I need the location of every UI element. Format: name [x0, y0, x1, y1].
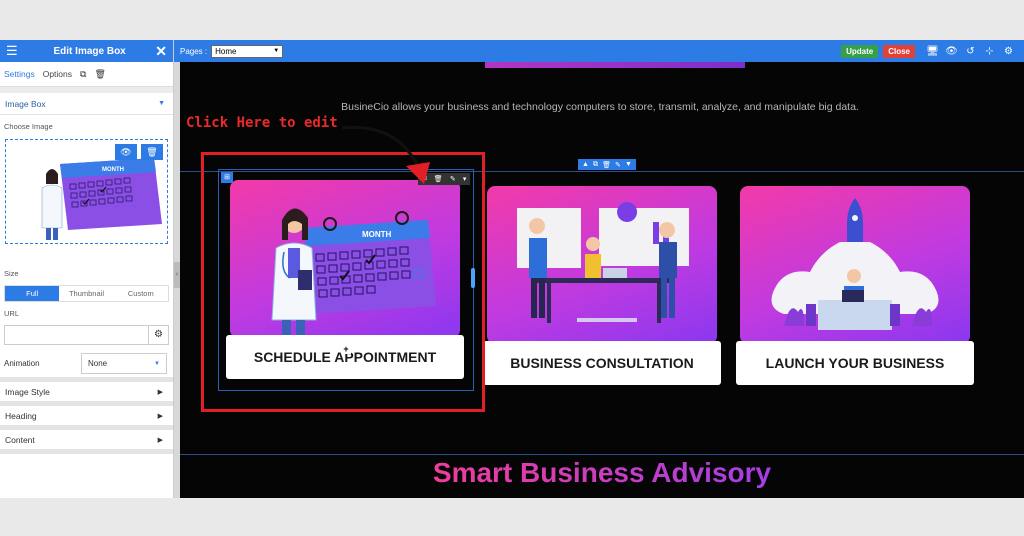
callout-text: Click Here to edit	[186, 115, 338, 131]
animation-label: Animation	[4, 359, 40, 368]
size-option-thumbnail[interactable]: Thumbnail	[59, 286, 113, 301]
close-button[interactable]: Close	[883, 44, 915, 58]
size-option-custom[interactable]: Custom	[114, 286, 168, 301]
trash-icon[interactable]: 🗑	[602, 161, 611, 169]
page-canvas: BusineCio allows your business and techn…	[180, 62, 1024, 498]
delete-image-button[interactable]: 🗑	[141, 144, 163, 160]
caret-right-icon: ▶	[157, 388, 163, 396]
svg-text:MONTH: MONTH	[102, 167, 124, 173]
update-button[interactable]: Update	[841, 44, 879, 58]
content-label: Content	[5, 434, 35, 445]
top-toolbar: Pages : Home ▼ Update Close 🖥 👁 ↺ ⊹ ⚙	[174, 40, 1024, 62]
team-meeting-illustration	[517, 202, 689, 323]
size-selector: Full Thumbnail Custom	[4, 285, 169, 302]
panel-tabs: Settings Options ⧉ 🗑	[0, 62, 173, 87]
caret-right-icon: ▶	[157, 412, 163, 420]
history-icon[interactable]: ↺	[961, 46, 980, 57]
copy-icon[interactable]: ⧉	[80, 69, 86, 80]
chevron-down-icon[interactable]: ▼	[625, 161, 632, 168]
animation-select[interactable]: None ▼	[81, 353, 167, 374]
animation-row: Animation None ▼	[0, 345, 173, 374]
image-box-section-label: Image Box	[5, 98, 46, 109]
url-row: ⚙	[4, 325, 169, 345]
caret-up-icon[interactable]: ▲	[582, 161, 589, 168]
heading-remnant	[485, 62, 745, 68]
section-toolbar[interactable]: ▲ ⧉ 🗑 ✎ ▼	[578, 159, 636, 170]
chevron-down-icon: ▼	[273, 48, 280, 54]
caret-right-icon: ▶	[157, 436, 163, 444]
card-title: BUSINESS CONSULTATION	[483, 341, 721, 385]
pages-value: Home	[215, 46, 237, 56]
panel-title: Edit Image Box	[53, 45, 126, 57]
gear-icon[interactable]: ⚙	[149, 325, 169, 345]
section-heading: Smart Business Advisory	[180, 457, 1024, 489]
editor-window: ☰ Edit Image Box ✕ Settings Options ⧉ 🗑 …	[0, 40, 1024, 498]
eye-icon[interactable]: 👁	[942, 46, 961, 57]
size-label: Size	[4, 269, 19, 278]
url-input[interactable]	[4, 325, 149, 345]
choose-image-label: Choose Image	[4, 122, 53, 131]
section-heading-text: Smart Business Advisory	[432, 457, 772, 488]
image-chooser[interactable]: MONTH 👁 🗑	[5, 139, 168, 244]
rocket-launch-illustration	[771, 198, 939, 330]
image-box-section-header[interactable]: Image Box ▼	[0, 93, 173, 115]
navigator-icon[interactable]: ⊹	[980, 46, 999, 57]
edit-panel: ☰ Edit Image Box ✕ Settings Options ⧉ 🗑 …	[0, 40, 174, 498]
chevron-down-icon: ▼	[154, 360, 160, 367]
panel-header: ☰ Edit Image Box ✕	[0, 40, 173, 62]
section-border	[180, 454, 1024, 455]
menu-icon[interactable]: ☰	[6, 43, 24, 59]
close-icon[interactable]: ✕	[155, 43, 167, 60]
heading-label: Heading	[5, 410, 37, 421]
card-title: LAUNCH YOUR BUSINESS	[736, 341, 974, 385]
pages-select[interactable]: Home ▼	[211, 44, 284, 58]
intro-text: BusineCio allows your business and techn…	[341, 101, 859, 113]
content-section[interactable]: Content ▶	[0, 430, 173, 454]
pages-label: Pages :	[180, 46, 208, 56]
copy-icon[interactable]: ⧉	[593, 161, 598, 169]
preview-image-button[interactable]: 👁	[115, 144, 137, 160]
tab-options[interactable]: Options	[43, 62, 72, 86]
size-option-full[interactable]: Full	[5, 286, 60, 301]
tab-settings[interactable]: Settings	[4, 62, 35, 86]
callout-arrow-icon	[341, 125, 430, 184]
heading-section[interactable]: Heading ▶	[0, 406, 173, 430]
animation-value: None	[88, 359, 108, 368]
card-image	[740, 186, 970, 344]
caret-down-icon: ▼	[158, 100, 165, 107]
pencil-icon[interactable]: ✎	[615, 161, 621, 169]
trash-icon[interactable]: 🗑	[94, 69, 105, 80]
desktop-view-icon[interactable]: 🖥	[923, 46, 942, 57]
settings-icon[interactable]: ⚙	[999, 46, 1018, 57]
url-label: URL	[4, 309, 20, 318]
card-image	[487, 186, 717, 344]
image-style-label: Image Style	[5, 386, 50, 397]
image-style-section[interactable]: Image Style ▶	[0, 382, 173, 406]
